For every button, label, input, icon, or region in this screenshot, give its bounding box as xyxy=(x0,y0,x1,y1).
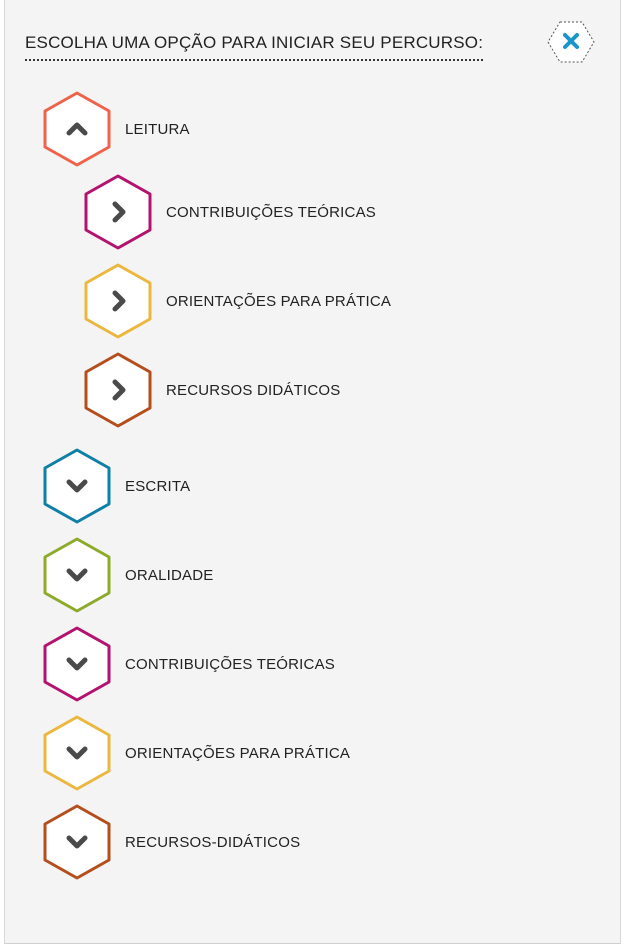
menu-item-orientacoes-para-pratica[interactable]: ORIENTAÇÕES PARA PRÁTICA xyxy=(42,715,350,791)
hexagon-chevron-right-icon xyxy=(84,263,152,339)
menu-panel: ESCOLHA UMA OPÇÃO PARA INICIAR SEU PERCU… xyxy=(4,0,621,944)
menu-item-recursos-didaticos[interactable]: RECURSOS-DIDÁTICOS xyxy=(42,804,300,880)
menu-item-label: RECURSOS DIDÁTICOS xyxy=(166,381,341,399)
hexagon-chevron-right-icon xyxy=(84,352,152,428)
menu-item-label: CONTRIBUIÇÕES TEÓRICAS xyxy=(125,655,335,673)
menu-item-oralidade[interactable]: ORALIDADE xyxy=(42,537,214,613)
hexagon-chevron-down-icon xyxy=(43,804,111,880)
submenu-item-orientacoes-para-pratica[interactable]: ORIENTAÇÕES PARA PRÁTICA xyxy=(83,263,391,339)
menu-item-label: ORALIDADE xyxy=(125,566,214,584)
close-icon xyxy=(547,21,595,63)
menu-item-label: CONTRIBUIÇÕES TEÓRICAS xyxy=(166,203,376,221)
hexagon-chevron-down-icon xyxy=(43,448,111,524)
menu-item-label: RECURSOS-DIDÁTICOS xyxy=(125,833,301,851)
submenu-item-recursos-didaticos[interactable]: RECURSOS DIDÁTICOS xyxy=(83,352,340,428)
hexagon-chevron-down-icon xyxy=(43,715,111,791)
hexagon-chevron-right-icon xyxy=(84,174,152,250)
hexagon-chevron-down-icon xyxy=(43,537,111,613)
submenu-item-contribuicoes-teoricas[interactable]: CONTRIBUIÇÕES TEÓRICAS xyxy=(83,174,376,250)
menu-item-label: ORIENTAÇÕES PARA PRÁTICA xyxy=(125,744,351,762)
menu-item-escrita[interactable]: ESCRITA xyxy=(42,448,190,524)
menu-item-label: LEITURA xyxy=(125,120,190,138)
close-button[interactable] xyxy=(546,20,596,64)
hexagon-chevron-up-icon xyxy=(43,91,111,167)
menu-item-label: ESCRITA xyxy=(125,477,191,495)
menu-item-leitura[interactable]: LEITURA xyxy=(42,91,190,167)
menu-item-label: ORIENTAÇÕES PARA PRÁTICA xyxy=(166,292,392,310)
page-title: ESCOLHA UMA OPÇÃO PARA INICIAR SEU PERCU… xyxy=(25,33,484,61)
hexagon-chevron-down-icon xyxy=(43,626,111,702)
menu-item-contribuicoes-teoricas[interactable]: CONTRIBUIÇÕES TEÓRICAS xyxy=(42,626,335,702)
